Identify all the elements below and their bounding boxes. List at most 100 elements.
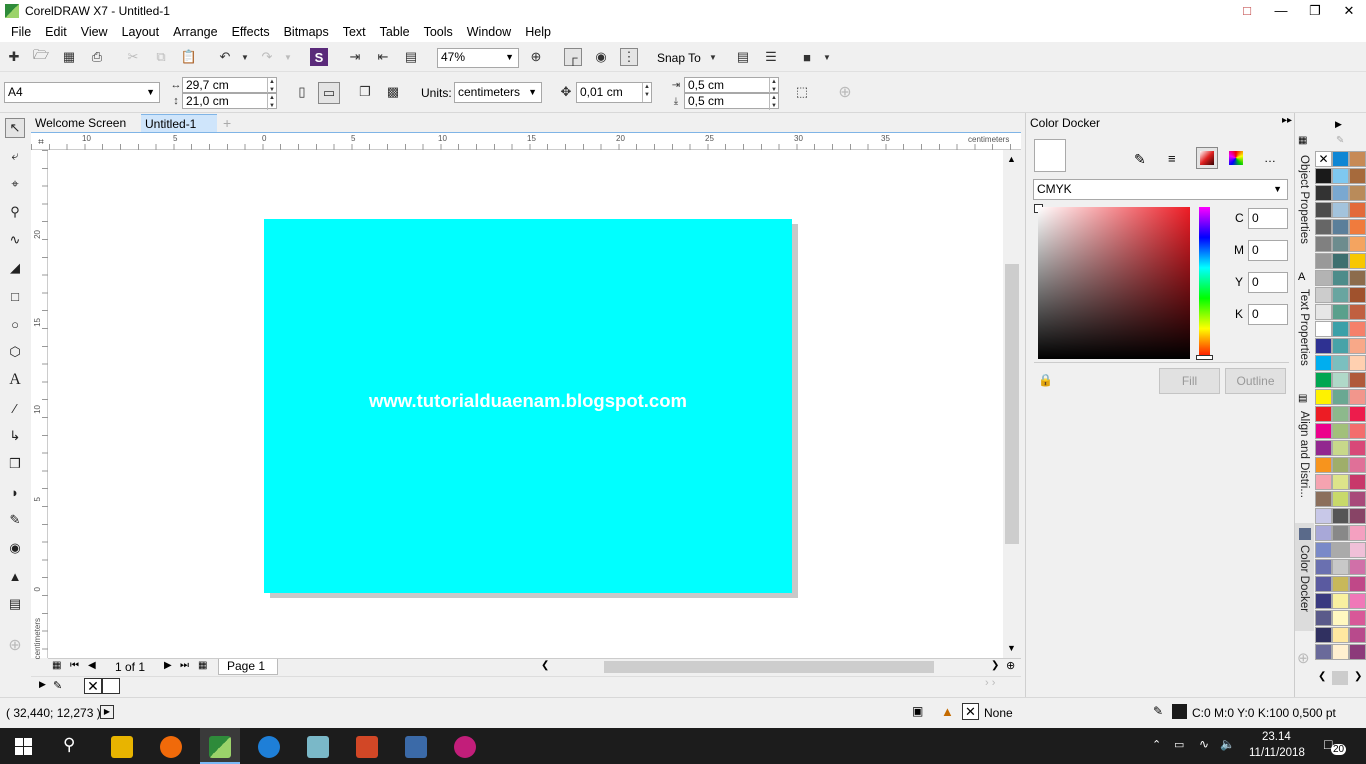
hue-slider[interactable] [1199,207,1210,359]
palette-swatch[interactable] [1315,287,1332,303]
palette-swatch[interactable] [1332,576,1349,592]
freehand-tool-icon[interactable]: ∿ [5,230,25,250]
palette-swatch[interactable] [1315,542,1332,558]
menu-table[interactable]: Table [373,25,417,39]
yellow-input[interactable]: 0 [1248,272,1288,293]
add-page-before-icon[interactable]: ▦ [52,660,61,671]
crop-tool-icon[interactable]: ⌖ [5,174,25,194]
palette-swatch[interactable] [1349,185,1366,201]
connector-tool-icon[interactable]: ↳ [5,426,25,446]
menu-view[interactable]: View [74,25,115,39]
palette-swatch[interactable] [1349,423,1366,439]
current-page-icon[interactable]: ▩ [384,83,402,101]
palette-swatch[interactable] [1349,593,1366,609]
nudge-spinner[interactable]: ▲ ▼ [642,83,651,102]
palette-swatch[interactable] [1332,593,1349,609]
rulers-icon[interactable]: ┌ [564,48,582,66]
add-tool-icon[interactable]: ⊕ [5,635,25,655]
fill-button[interactable]: Fill [1159,368,1220,394]
drop-shadow-icon[interactable]: ❒ [5,454,25,474]
palette-swatch[interactable] [1349,559,1366,575]
palette-swatch[interactable] [1315,304,1332,320]
units-select[interactable]: centimeters ▼ [454,82,542,103]
portrait-icon[interactable]: ▯ [293,83,311,101]
export-icon[interactable]: ⇤ [374,48,392,66]
palette-swatch[interactable] [1315,372,1332,388]
scroll-up-icon[interactable]: ▲ [1007,154,1016,164]
next-page-icon[interactable]: ▶ [164,660,172,671]
snap-to-button[interactable]: Snap To [657,51,701,65]
no-color-swatch[interactable]: ✕ [84,678,102,694]
tray-expand-icon[interactable]: ⌃ [1152,738,1161,751]
mesh-fill-icon[interactable]: ▤ [5,594,25,614]
palette-swatch[interactable] [1349,236,1366,252]
rectangle-tool-icon[interactable]: □ [5,286,25,306]
add-icon[interactable]: ⊕ [836,83,854,101]
palette-swatch[interactable] [1315,219,1332,235]
print-icon[interactable]: ⎙ [88,48,106,66]
palette-swatch[interactable] [1349,457,1366,473]
palette-swatch[interactable] [1349,151,1366,167]
palette-swatch[interactable] [1349,304,1366,320]
color-proofing-icon[interactable]: ▣ [912,704,923,718]
palette-swatch[interactable] [1349,542,1366,558]
palette-swatch[interactable] [1349,219,1366,235]
page-1-tab[interactable]: Page 1 [218,659,278,675]
docker-expand-icon[interactable]: ▸▸ [1282,115,1292,126]
palette-swatch[interactable] [1332,525,1349,541]
transparency-tool-icon[interactable]: ◗ [5,482,25,502]
palette-swatch[interactable] [1332,168,1349,184]
wireframe-view-icon[interactable]: ◉ [592,48,610,66]
more-options-icon[interactable]: … [1264,151,1276,165]
page-size-select[interactable]: A4 ▼ [4,82,160,103]
menu-help[interactable]: Help [518,25,558,39]
palette-swatch[interactable] [1315,423,1332,439]
outline-button[interactable]: Outline [1225,368,1286,394]
tab-text-properties[interactable]: Text Properties [1298,289,1310,366]
pick-tool-icon[interactable]: ↖ [5,118,25,138]
palette-scroll-thumb[interactable] [1332,671,1348,685]
palette-swatch[interactable] [1332,304,1349,320]
palette-swatch[interactable] [1332,372,1349,388]
palette-swatch[interactable] [1332,406,1349,422]
palette-swatch[interactable] [1315,321,1332,337]
zoom-tool-icon[interactable]: ⚲ [5,202,25,222]
palette-swatch[interactable] [1349,576,1366,592]
scroll-down-icon[interactable]: ▼ [1007,643,1016,653]
width-spinner[interactable]: ▲ ▼ [267,78,276,94]
lock-icon[interactable]: 🔒 [1038,373,1053,387]
smart-fill-icon[interactable]: ◢ [5,258,25,278]
palette-swatch[interactable] [1315,338,1332,354]
horizontal-scroll-thumb[interactable] [604,661,934,673]
palette-swatch[interactable] [1332,321,1349,337]
palette-swatch[interactable] [1315,406,1332,422]
import-icon[interactable]: ⇥ [346,48,364,66]
eyedropper-icon[interactable]: ✎ [1134,151,1146,168]
palette-swatch[interactable] [1315,202,1332,218]
undo-icon[interactable]: ↶ [216,48,234,66]
redo-dropdown-icon[interactable]: ▼ [279,48,297,66]
shape-tool-icon[interactable]: ⤶ [5,146,25,166]
add-docker-icon[interactable]: ⊕ [1297,649,1310,667]
customize-dropdown-icon[interactable]: ▼ [818,48,836,66]
black-input[interactable]: 0 [1248,304,1288,325]
tab-welcome-screen[interactable]: Welcome Screen [31,114,139,133]
palette-swatch[interactable] [1349,627,1366,643]
palette-swatch[interactable] [1315,508,1332,524]
options-icon[interactable]: ☰ [762,48,780,66]
palette-eyedropper-icon[interactable]: ✎ [1336,135,1344,146]
color-model-select[interactable]: CMYK ▼ [1033,179,1288,200]
w-beta-app-icon[interactable] [454,736,476,758]
duplicate-y-input[interactable]: 0,5 cm ▲ ▼ [684,93,779,110]
palette-swatch[interactable] [1349,253,1366,269]
nudge-distance-input[interactable]: 0,01 cm ▲ ▼ [576,82,652,103]
palette-swatch[interactable] [1349,372,1366,388]
palette-swatch[interactable] [1332,423,1349,439]
ellipse-tool-icon[interactable]: ○ [5,314,25,334]
new-tab-icon[interactable]: + [219,114,237,133]
palette-swatch[interactable] [1315,389,1332,405]
dup-y-spinner[interactable]: ▲ ▼ [769,94,778,110]
palette-swatch[interactable] [1349,610,1366,626]
palette-scroll-left-icon[interactable]: ❮ [1318,671,1326,682]
white-swatch[interactable] [102,678,120,694]
